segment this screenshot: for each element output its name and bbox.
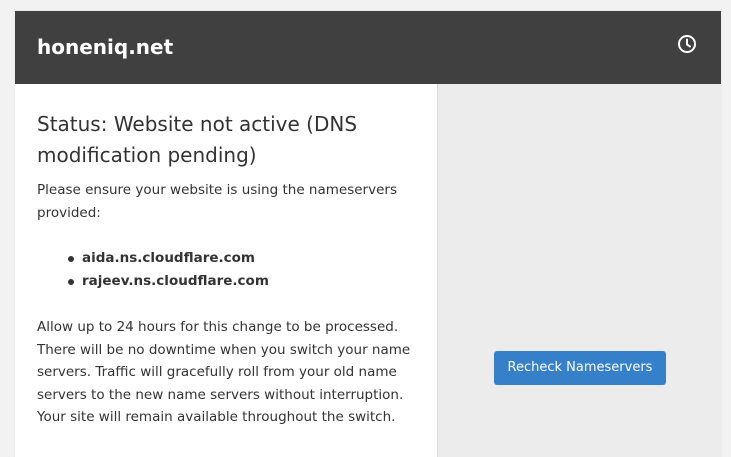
bullet-icon — [68, 256, 74, 262]
card-header: honeniq.net — [15, 11, 721, 84]
nameserver-value: rajeev.ns.cloudflare.com — [82, 273, 269, 289]
nameserver-item: aida.ns.cloudflare.com — [37, 247, 269, 270]
status-title: Status: Website not active (DNS modifica… — [37, 112, 358, 167]
clock-icon[interactable] — [676, 33, 698, 55]
nameserver-item: rajeev.ns.cloudflare.com — [37, 270, 269, 293]
domain-card: honeniq.net Status: Website not active (… — [15, 11, 721, 457]
recheck-nameservers-button[interactable]: Recheck Nameservers — [494, 351, 666, 385]
nameserver-instructions: Please ensure your website is using the … — [37, 182, 397, 221]
bullet-icon — [68, 279, 74, 285]
propagation-note: Allow up to 24 hours for this change to … — [37, 319, 411, 425]
nameserver-value: aida.ns.cloudflare.com — [82, 250, 255, 266]
status-panel: Status: Website not active (DNS modifica… — [15, 84, 438, 457]
nameserver-list: aida.ns.cloudflare.com rajeev.ns.cloudfl… — [37, 247, 269, 293]
actions-panel: Recheck Nameservers — [438, 84, 721, 457]
domain-title: honeniq.net — [37, 35, 174, 59]
